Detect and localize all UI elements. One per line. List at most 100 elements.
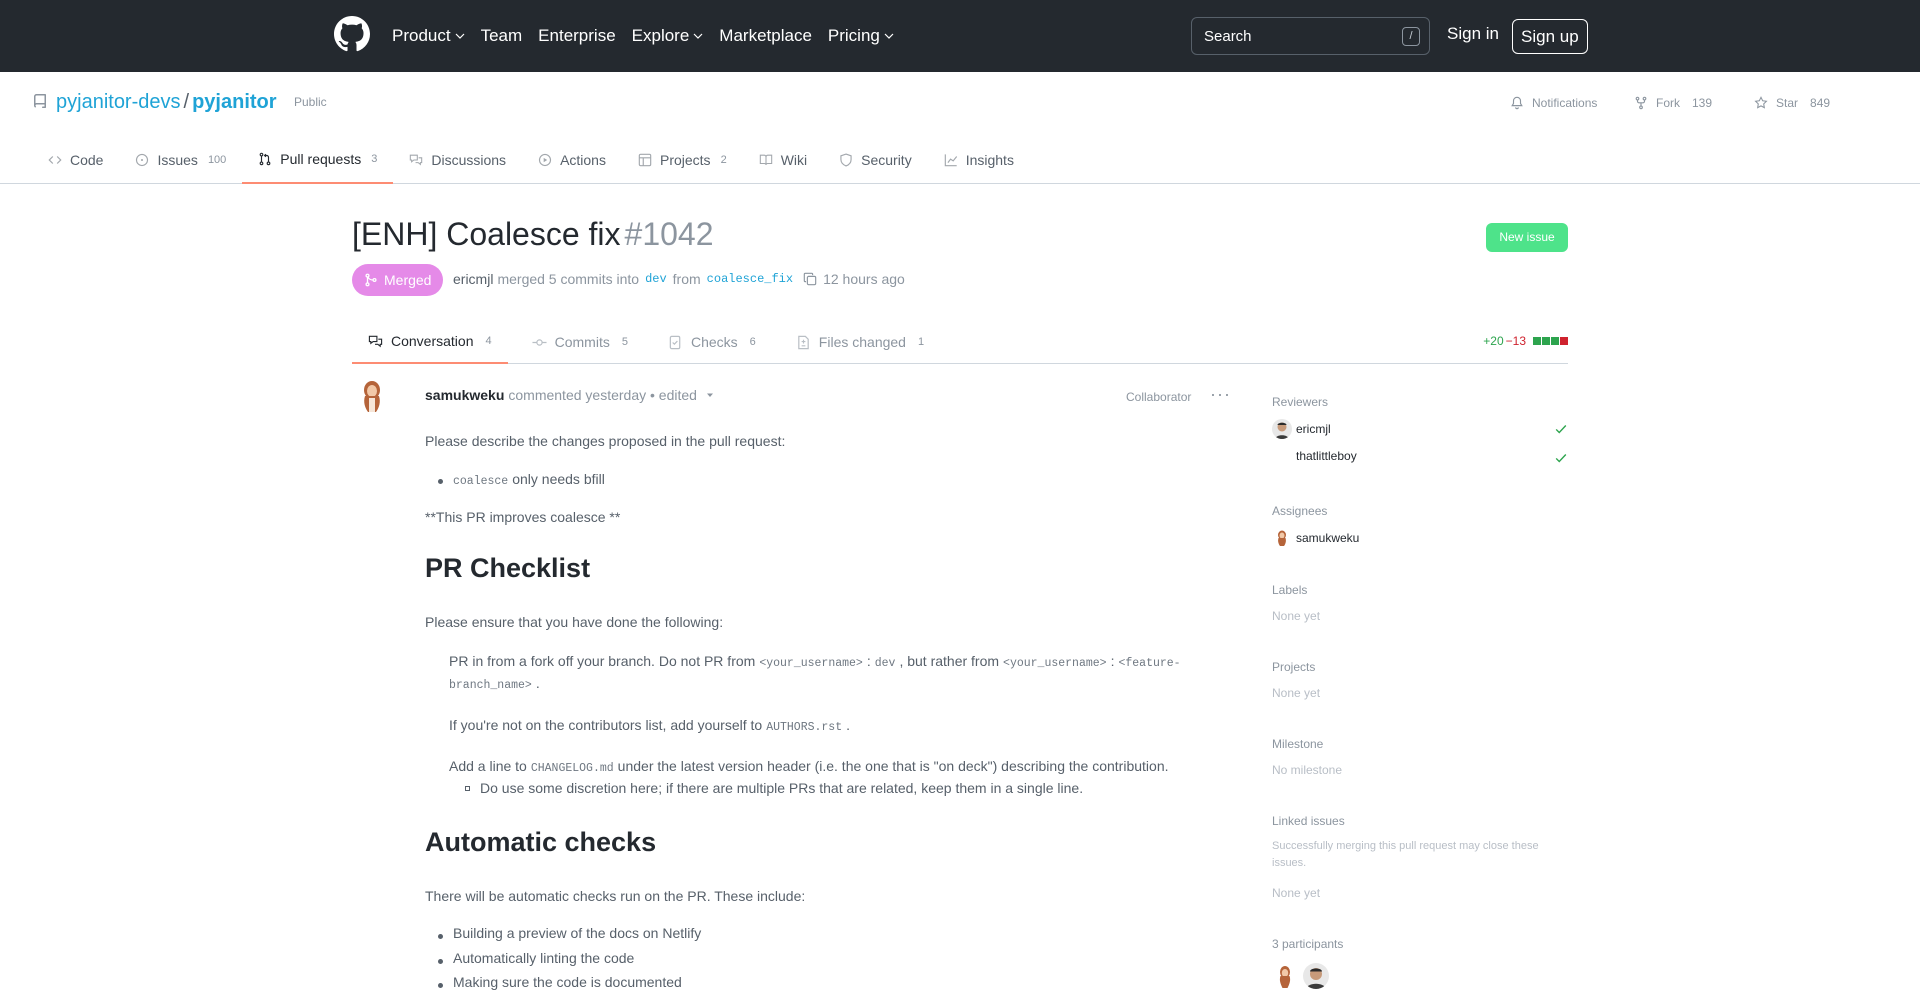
nav-team[interactable]: Team [481,26,523,46]
tab-checks-count: 6 [749,336,756,348]
tab-pull-requests[interactable]: Pull requests 3 [242,136,394,184]
star-label: Star [1776,96,1799,110]
repo-title: pyjanitor-devs / pyjanitor [56,91,277,114]
search-placeholder: Search [1204,28,1252,45]
merged-status-badge: Merged [352,264,444,296]
tab-actions[interactable]: Actions [522,136,622,184]
checklist-text: If you're not on the contributors list, … [449,717,763,733]
inline-code: dev [874,657,896,670]
tab-insights-label: Insights [965,152,1014,168]
avatar-ericmjl [1272,419,1292,439]
diff-deletions: −13 [1505,334,1526,348]
labels-heading[interactable]: Labels [1272,583,1307,597]
diffstat-block [1560,337,1568,345]
comment-improves: **This PR improves coalesce ** [425,509,621,525]
star-count: 849 [1810,96,1831,110]
tab-checks[interactable]: Checks 6 [652,320,772,364]
checklist-text: : [866,653,871,669]
reviewer-item[interactable]: ericmjl [1272,419,1331,439]
git-commit-icon [532,338,547,346]
nav-enterprise[interactable]: Enterprise [538,26,615,46]
tab-projects[interactable]: Projects 2 [622,136,743,184]
sign-up-button[interactable]: Sign up [1512,19,1588,54]
tab-security-label: Security [861,152,912,168]
avatar-samukweku[interactable] [352,376,392,416]
global-nav: Product Team Enterprise Explore Marketpl… [392,0,910,72]
repo-name-link[interactable]: pyjanitor [192,91,276,113]
milestone-heading[interactable]: Milestone [1272,737,1323,751]
play-icon [538,153,552,167]
tab-issues[interactable]: Issues 100 [119,136,242,184]
tab-wiki[interactable]: Wiki [743,136,823,184]
comment-author-link[interactable]: samukweku [425,387,504,403]
repo-owner-link[interactable]: pyjanitor-devs [56,91,181,113]
list-bullet [438,479,443,484]
tab-conversation[interactable]: Conversation 4 [352,320,508,364]
linked-issues-heading[interactable]: Linked issues [1272,814,1345,828]
list-item: Building a preview of the docs on Netlif… [453,925,702,941]
pr-author-link[interactable]: ericmjl [453,271,493,287]
sign-in-link[interactable]: Sign in [1447,24,1499,44]
checklist-text: . [535,675,540,691]
tab-security[interactable]: Security [823,136,928,184]
tab-code-label: Code [70,152,104,168]
tab-commits[interactable]: Commits 5 [516,320,644,364]
comment-meta[interactable]: commented yesterday • edited [508,387,697,403]
tab-pull-requests-label: Pull requests [280,151,362,167]
check-icon [1555,425,1567,434]
participant-avatar[interactable] [1272,963,1298,989]
table-icon [638,153,652,167]
tab-code[interactable]: Code [32,136,119,184]
search-input[interactable]: Search / [1191,17,1430,55]
tab-insights[interactable]: Insights [928,136,1030,184]
notifications-label: Notifications [1532,96,1598,110]
head-branch[interactable]: coalesce_fix [707,272,793,286]
projects-heading[interactable]: Projects [1272,660,1315,674]
tab-pull-requests-count: 3 [371,153,378,165]
star-button[interactable]: Star 849 [1754,96,1830,110]
list-bullet [438,959,443,964]
checklist-item-3: Add a line to CHANGELOG.md under the lates… [449,758,1169,775]
comment-discussion-icon [410,154,423,166]
tab-files-changed-label: Files changed [818,334,906,350]
linked-issues-desc: Successfully merging this pull request m… [1272,840,1539,852]
tab-issues-label: Issues [157,152,198,168]
new-issue-button[interactable]: New issue [1486,223,1568,252]
base-branch[interactable]: dev [645,272,667,286]
tab-discussions[interactable]: Discussions [393,136,522,184]
fork-label: Fork [1656,96,1680,110]
copy-icon[interactable] [803,272,817,286]
comment-ensure: Please ensure that you have done the fol… [425,614,724,630]
pr-title: [ENH] Coalesce fix #1042 [352,216,714,253]
linked-issues-value: None yet [1272,886,1321,900]
labels-value: None yet [1272,609,1321,623]
assignee-item[interactable]: samukweku [1272,528,1359,548]
inline-code: <your_username> [759,657,863,670]
participant-avatar[interactable] [1303,963,1329,989]
nav-marketplace[interactable]: Marketplace [719,26,812,46]
fork-button[interactable]: Fork 139 [1634,96,1712,110]
reviewer-item[interactable]: thatlittleboy [1296,449,1357,463]
bell-icon [1511,96,1523,110]
github-logo-icon[interactable] [334,16,370,52]
diff-additions: +20 [1483,334,1504,348]
checklist-text: under the latest version header (i.e. th… [617,758,1169,774]
nav-explore[interactable]: Explore [632,26,704,46]
assignees-heading[interactable]: Assignees [1272,504,1327,518]
caret-down-icon[interactable] [705,390,715,400]
nav-explore-label: Explore [631,26,690,45]
nav-marketplace-label: Marketplace [719,26,812,45]
checklist-item-2: If you're not on the contributors list, … [449,717,850,734]
search-shortcut-key: / [1402,27,1420,46]
comment-options-button[interactable]: ··· [1210,384,1231,405]
notifications-button[interactable]: Notifications [1510,96,1597,110]
list-bullet [438,983,443,988]
reviewers-heading[interactable]: Reviewers [1272,395,1328,409]
nav-pricing[interactable]: Pricing [828,26,894,46]
tab-projects-label: Projects [659,152,711,168]
checklist-text: , but rather from [899,653,1000,669]
tab-commits-count: 5 [621,336,628,348]
nav-product[interactable]: Product [392,26,465,46]
list-bullet [438,934,443,939]
tab-files-changed[interactable]: Files changed 1 [780,320,940,364]
